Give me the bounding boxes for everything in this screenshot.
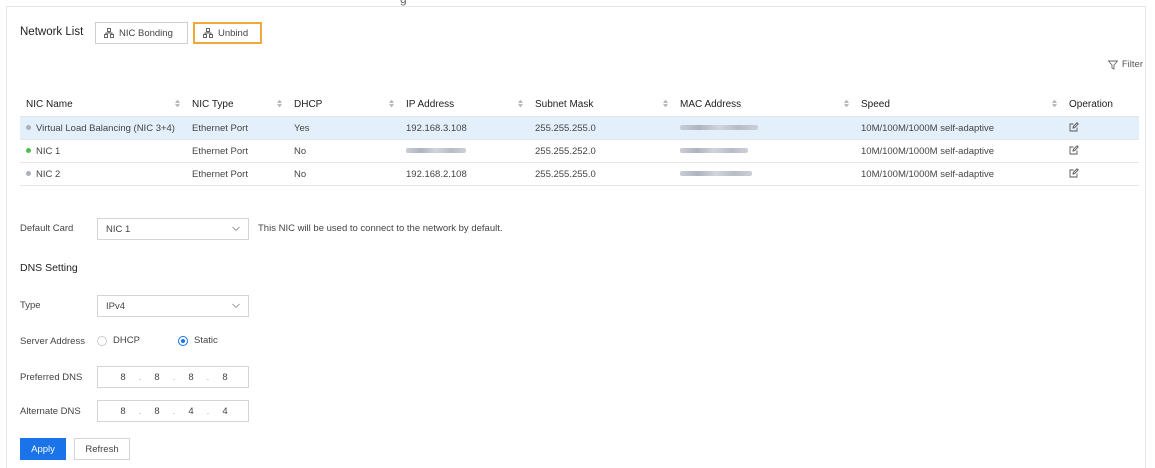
server-address-static-radio[interactable]: Static <box>178 335 218 346</box>
redacted-mac <box>680 125 758 131</box>
filter-button[interactable]: Filter <box>1107 59 1143 70</box>
column-header-operation: Operation <box>1063 92 1139 117</box>
alternate-dns-octet-1[interactable]: 8 <box>114 406 132 417</box>
preferred-dns-octet-1[interactable]: 8 <box>114 372 132 383</box>
mac-address-cell <box>674 162 855 186</box>
nic-name-cell: Virtual Load Balancing (NIC 3+4) <box>20 116 186 140</box>
default-card-hint: This NIC will be used to connect to the … <box>258 223 503 234</box>
dhcp-option-label: DHCP <box>113 335 140 346</box>
operation-cell <box>1063 162 1139 186</box>
filter-label: Filter <box>1121 59 1143 70</box>
nic-bonding-button[interactable]: NIC Bonding <box>95 22 188 44</box>
column-header-mac-address[interactable]: MAC Address <box>674 92 855 117</box>
ip-address-cell: 192.168.2.108 <box>400 162 529 186</box>
edit-icon[interactable] <box>1069 144 1079 155</box>
preferred-dns-input[interactable]: 8 . 8 . 8 . 8 <box>97 366 249 388</box>
nic-bonding-label: NIC Bonding <box>119 27 173 39</box>
alternate-dns-octet-3[interactable]: 4 <box>182 406 200 417</box>
network-icon <box>203 28 213 38</box>
preferred-dns-octet-3[interactable]: 8 <box>182 372 200 383</box>
operation-cell <box>1063 139 1139 163</box>
table-row[interactable]: Virtual Load Balancing (NIC 3+4) Etherne… <box>20 116 1139 140</box>
redacted-ip <box>406 148 466 154</box>
dhcp-cell: Yes <box>288 116 400 140</box>
status-dot <box>26 148 31 154</box>
chevron-down-icon <box>232 226 240 232</box>
nic-type-cell: Ethernet Port <box>186 162 288 186</box>
sort-icon[interactable] <box>518 100 523 107</box>
unbind-label: Unbind <box>218 27 249 39</box>
status-dot <box>26 125 31 131</box>
mac-address-cell <box>674 116 855 140</box>
sort-icon[interactable] <box>175 100 180 107</box>
default-card-value: NIC 1 <box>106 223 131 235</box>
radio-checked-icon <box>178 335 188 346</box>
sort-icon[interactable] <box>663 100 668 107</box>
edit-icon[interactable] <box>1069 167 1079 178</box>
nic-type-cell: Ethernet Port <box>186 116 288 140</box>
dns-section-title: DNS Setting <box>20 262 78 274</box>
refresh-button[interactable]: Refresh <box>74 438 130 460</box>
alternate-dns-label: Alternate DNS <box>20 406 81 417</box>
edit-icon[interactable] <box>1069 121 1079 132</box>
speed-cell: 10M/100M/1000M self-adaptive <box>855 162 1063 186</box>
speed-cell: 10M/100M/1000M self-adaptive <box>855 139 1063 163</box>
network-table: NIC Name NIC Type DHCP IP Address Subnet… <box>20 92 1139 186</box>
subnet-mask-cell: 255.255.255.0 <box>529 162 674 186</box>
unbind-button[interactable]: Unbind <box>193 22 262 44</box>
filter-icon <box>1107 60 1118 70</box>
nic-name-cell: NIC 1 <box>20 139 186 163</box>
radio-icon <box>97 335 107 346</box>
server-address-label: Server Address <box>20 336 85 347</box>
column-header-subnet-mask[interactable]: Subnet Mask <box>529 92 674 117</box>
alternate-dns-input[interactable]: 8 . 8 . 4 . 4 <box>97 400 249 422</box>
table-row[interactable]: NIC 2 Ethernet Port No 192.168.2.108 255… <box>20 162 1139 186</box>
nic-type-cell: Ethernet Port <box>186 139 288 163</box>
status-dot <box>26 171 31 177</box>
table-header-row: NIC Name NIC Type DHCP IP Address Subnet… <box>20 92 1139 117</box>
network-icon <box>104 28 114 38</box>
static-option-label: Static <box>194 335 218 346</box>
column-header-nic-name[interactable]: NIC Name <box>20 92 186 117</box>
dhcp-cell: No <box>288 162 400 186</box>
speed-cell: 10M/100M/1000M self-adaptive <box>855 116 1063 140</box>
sort-icon[interactable] <box>389 100 394 107</box>
preferred-dns-octet-2[interactable]: 8 <box>148 372 166 383</box>
column-header-speed[interactable]: Speed <box>855 92 1063 117</box>
ip-address-cell <box>400 139 529 163</box>
subnet-mask-cell: 255.255.252.0 <box>529 139 674 163</box>
default-card-label: Default Card <box>20 223 74 234</box>
redacted-mac <box>680 148 748 154</box>
sort-icon[interactable] <box>277 100 282 107</box>
redacted-mac <box>680 171 752 177</box>
dns-type-value: IPv4 <box>106 300 126 312</box>
operation-cell <box>1063 116 1139 140</box>
apply-button[interactable]: Apply <box>20 438 66 460</box>
sort-icon[interactable] <box>1052 100 1057 107</box>
column-header-dhcp[interactable]: DHCP <box>288 92 400 117</box>
sort-icon[interactable] <box>844 100 849 107</box>
table-row[interactable]: NIC 1 Ethernet Port No 255.255.252.0 10M… <box>20 139 1139 163</box>
alternate-dns-octet-4[interactable]: 4 <box>216 406 234 417</box>
preferred-dns-octet-4[interactable]: 8 <box>216 372 234 383</box>
dns-type-label: Type <box>20 300 41 311</box>
page-title: Network List <box>20 26 84 38</box>
alternate-dns-octet-2[interactable]: 8 <box>148 406 166 417</box>
column-header-ip-address[interactable]: IP Address <box>400 92 529 117</box>
ip-address-cell: 192.168.3.108 <box>400 116 529 140</box>
nic-name-cell: NIC 2 <box>20 162 186 186</box>
dns-type-select[interactable]: IPv4 <box>97 295 249 317</box>
mac-address-cell <box>674 139 855 163</box>
chevron-down-icon <box>232 303 240 309</box>
column-header-nic-type[interactable]: NIC Type <box>186 92 288 117</box>
default-card-select[interactable]: NIC 1 <box>97 218 249 240</box>
dhcp-cell: No <box>288 139 400 163</box>
preferred-dns-label: Preferred DNS <box>20 372 83 383</box>
subnet-mask-cell: 255.255.255.0 <box>529 116 674 140</box>
server-address-dhcp-radio[interactable]: DHCP <box>97 335 140 346</box>
